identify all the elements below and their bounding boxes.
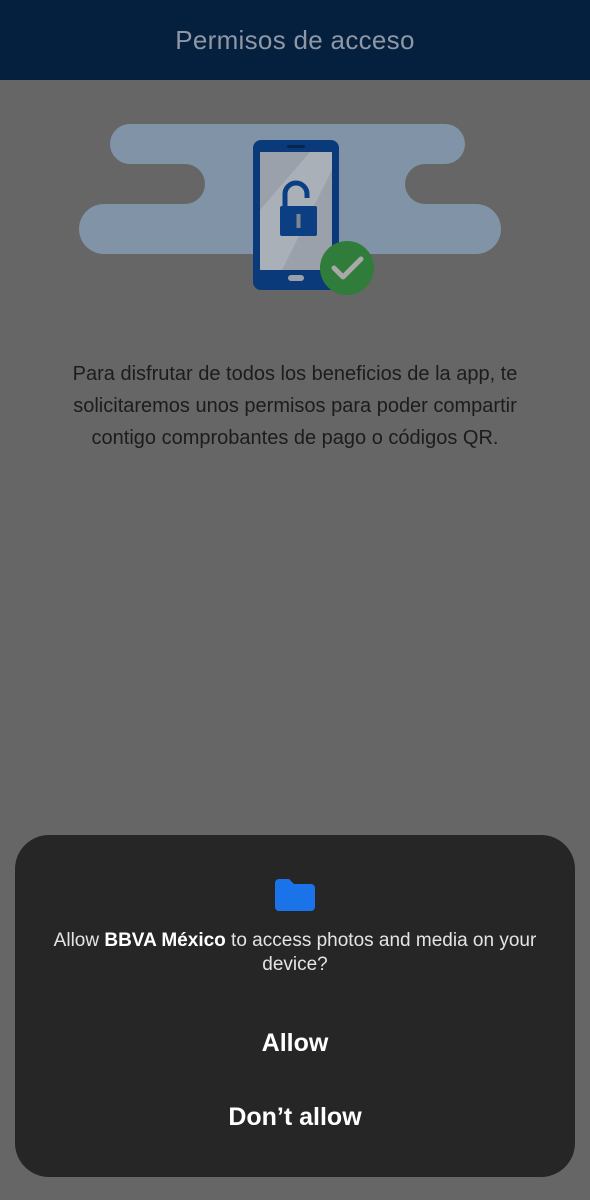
app-header: Permisos de acceso [0, 0, 590, 80]
allow-button[interactable]: Allow [35, 1013, 555, 1073]
app-name: BBVA México [104, 930, 226, 951]
dont-allow-button[interactable]: Don’t allow [35, 1087, 555, 1147]
check-badge-icon [320, 241, 374, 295]
folder-icon [275, 879, 315, 911]
permission-dialog: Allow BBVA México to access photos and m… [15, 835, 575, 1177]
intro-text: Para disfrutar de todos los beneficios d… [72, 363, 518, 449]
illustration-graphic [79, 124, 501, 295]
message-prefix: Allow [53, 930, 105, 951]
permissions-illustration [70, 110, 520, 300]
permission-message: Allow BBVA México to access photos and m… [45, 929, 545, 977]
page-title: Permisos de acceso [175, 24, 415, 55]
message-suffix: to access photos and media on your devic… [225, 930, 537, 975]
